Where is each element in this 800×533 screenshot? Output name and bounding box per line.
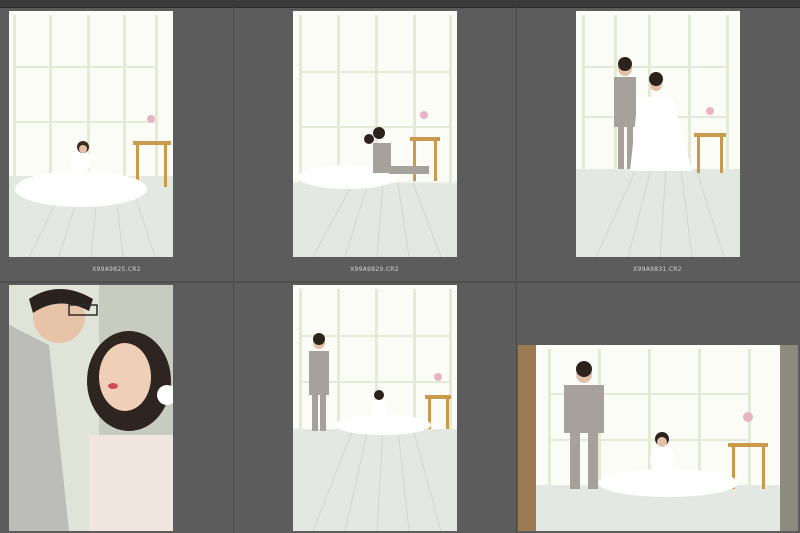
thumbnail-image[interactable] <box>9 11 173 257</box>
thumbnail-image[interactable] <box>293 11 457 257</box>
thumbnail-filename: X99A9831.CR2 <box>633 266 682 273</box>
thumbnail-filename: X99A9829.CR2 <box>350 266 399 273</box>
thumbnail-image[interactable] <box>9 285 173 531</box>
thumbnail-image[interactable] <box>518 345 798 531</box>
thumbnail-image[interactable] <box>293 285 457 531</box>
thumbnail-filename: X99A9825.CR2 <box>92 266 141 273</box>
thumbnail-image[interactable] <box>576 11 740 257</box>
grid-divider <box>233 7 234 533</box>
grid-divider <box>0 281 800 283</box>
grid-divider <box>516 7 517 533</box>
top-toolbar-strip <box>0 0 800 8</box>
